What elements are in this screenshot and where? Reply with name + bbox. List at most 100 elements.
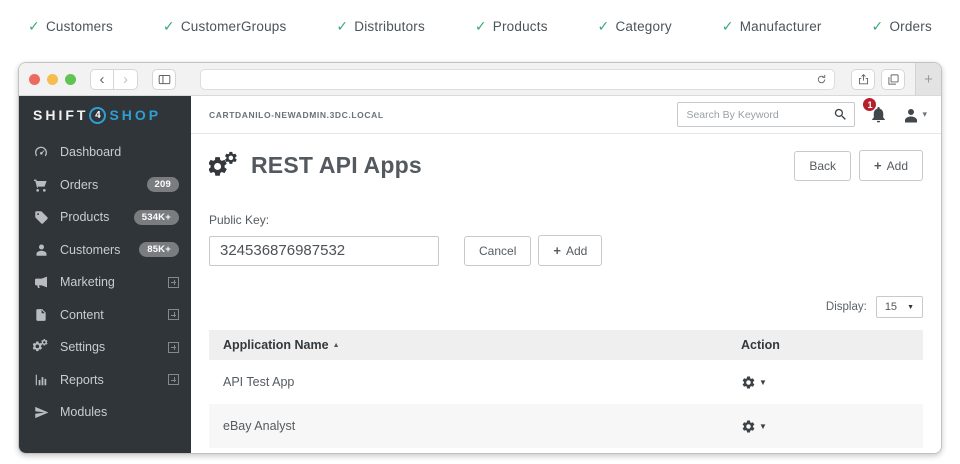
account-icon	[902, 106, 920, 124]
sidebar-item-products[interactable]: Products 534K+	[19, 201, 191, 234]
back-button[interactable]: Back	[794, 151, 851, 181]
add-button-label: Add	[887, 159, 908, 173]
logo-container: SHIFT 4 SHOP	[19, 96, 191, 134]
sidebar-item-marketing[interactable]: Marketing	[19, 266, 191, 299]
logo-text-shift: SHIFT	[33, 107, 88, 123]
column-header-label: Application Name	[223, 338, 329, 352]
plus-icon: +	[553, 243, 561, 258]
rocket-icon	[33, 405, 49, 420]
row-action-menu-button[interactable]: ▼	[741, 419, 909, 434]
account-menu-button[interactable]: ▾	[902, 106, 927, 124]
admin-sidebar: Dashboard Orders 209 Products 534K+ Cust…	[19, 134, 191, 453]
refresh-icon[interactable]	[815, 73, 828, 86]
check-icon: ✓	[336, 18, 348, 35]
close-window-button[interactable]	[29, 74, 40, 85]
expand-icon[interactable]	[168, 342, 179, 353]
check-icon: ✓	[163, 18, 175, 35]
page-title: REST API Apps	[251, 152, 794, 179]
checklist-item-category: ✓Category	[598, 18, 672, 35]
table-row: eBay Analyst ▼	[209, 404, 923, 448]
sidebar-item-dashboard[interactable]: Dashboard	[19, 136, 191, 169]
url-input[interactable]	[207, 73, 815, 85]
public-key-input[interactable]	[209, 236, 439, 266]
bar-chart-icon	[33, 373, 49, 387]
row-action-menu-button[interactable]: ▼	[741, 375, 909, 390]
back-nav-button[interactable]: ‹	[90, 69, 114, 90]
sidebar-item-label: Products	[60, 210, 134, 224]
table-header-row: Application Name ▲ Action	[209, 330, 923, 360]
checklist-item-customergroups: ✓CustomerGroups	[163, 18, 287, 35]
notifications-button[interactable]: 1	[869, 105, 888, 124]
sidebar-item-settings[interactable]: Settings	[19, 331, 191, 364]
api-apps-table: Application Name ▲ Action API Test App ▼	[209, 330, 923, 448]
display-count-select[interactable]: 15 ▼	[876, 296, 923, 318]
keyword-search-box[interactable]	[677, 102, 855, 127]
zoom-window-button[interactable]	[65, 74, 76, 85]
cancel-button[interactable]: Cancel	[464, 236, 531, 266]
checklist-item-manufacturer: ✓ Manufacturer	[722, 18, 822, 35]
rest-api-gears-icon	[209, 151, 239, 181]
forward-nav-button[interactable]: ›	[114, 69, 138, 90]
sidebar-toggle-icon	[157, 72, 172, 87]
checklist-label: Manufacturer	[740, 19, 822, 34]
app-name-cell: eBay Analyst	[223, 419, 741, 433]
url-bar[interactable]	[200, 69, 835, 90]
checklist-label: Distributors	[354, 19, 425, 34]
check-icon: ✓	[28, 18, 40, 35]
dashboard-icon	[33, 144, 49, 160]
sidebar-item-reports[interactable]: Reports	[19, 364, 191, 397]
admin-body: Dashboard Orders 209 Products 534K+ Cust…	[19, 134, 941, 453]
shift4shop-logo[interactable]: SHIFT 4 SHOP	[33, 107, 161, 124]
chevron-down-icon: ▼	[907, 304, 914, 311]
checklist-item-distributors: ✓ Distributors	[336, 18, 425, 35]
new-tab-button[interactable]: +	[915, 63, 941, 95]
gears-icon	[33, 339, 49, 355]
share-button[interactable]	[851, 69, 875, 90]
expand-icon[interactable]	[168, 277, 179, 288]
column-header-action: Action	[741, 338, 909, 352]
sidebar-item-label: Settings	[60, 340, 168, 354]
expand-icon[interactable]	[168, 309, 179, 320]
tab-overview-button[interactable]	[881, 69, 905, 90]
minimize-window-button[interactable]	[47, 74, 58, 85]
display-label: Display:	[826, 301, 867, 313]
main-content: REST API Apps Back +Add Public Key: Canc…	[191, 134, 941, 453]
sidebar-item-content[interactable]: Content	[19, 299, 191, 332]
expand-icon[interactable]	[168, 374, 179, 385]
nav-buttons: ‹ ›	[90, 69, 138, 90]
chevron-down-icon: ▼	[759, 378, 767, 387]
checklist-label: Orders	[889, 19, 931, 34]
sidebar-toggle-button[interactable]	[152, 69, 176, 90]
search-icon[interactable]	[833, 107, 848, 122]
tags-icon	[33, 210, 49, 225]
products-count-badge: 534K+	[134, 210, 179, 225]
sidebar-item-label: Dashboard	[60, 145, 179, 159]
check-icon: ✓	[722, 18, 734, 35]
store-domain-breadcrumb: CARTDANILO-NEWADMIN.3DC.LOCAL	[209, 110, 384, 120]
add-app-button[interactable]: +Add	[859, 150, 923, 181]
checklist-item-products: ✓Products	[475, 18, 548, 35]
sidebar-item-customers[interactable]: Customers 85K+	[19, 234, 191, 267]
megaphone-icon	[33, 274, 49, 290]
sidebar-item-orders[interactable]: Orders 209	[19, 169, 191, 202]
file-icon	[33, 308, 49, 322]
admin-header: SHIFT 4 SHOP CARTDANILO-NEWADMIN.3DC.LOC…	[19, 96, 941, 134]
admin-header-right: CARTDANILO-NEWADMIN.3DC.LOCAL 1 ▾	[191, 96, 941, 134]
sidebar-item-modules[interactable]: Modules	[19, 396, 191, 429]
user-icon	[33, 242, 49, 257]
sidebar-item-label: Modules	[60, 405, 179, 419]
share-icon	[857, 73, 870, 86]
table-row: API Test App ▼	[209, 360, 923, 404]
sidebar-item-label: Content	[60, 308, 168, 322]
column-header-application-name[interactable]: Application Name ▲	[223, 338, 741, 352]
sidebar-item-label: Orders	[60, 178, 147, 192]
chevron-down-icon: ▾	[922, 109, 927, 120]
sidebar-item-label: Reports	[60, 373, 168, 387]
customers-count-badge: 85K+	[139, 242, 179, 257]
confirm-add-button[interactable]: +Add	[538, 235, 602, 266]
orders-count-badge: 209	[147, 177, 179, 192]
check-icon: ✓	[598, 18, 610, 35]
checklist-label: Products	[493, 19, 548, 34]
search-input[interactable]	[686, 109, 833, 121]
browser-chrome: ‹ › +	[19, 63, 941, 96]
